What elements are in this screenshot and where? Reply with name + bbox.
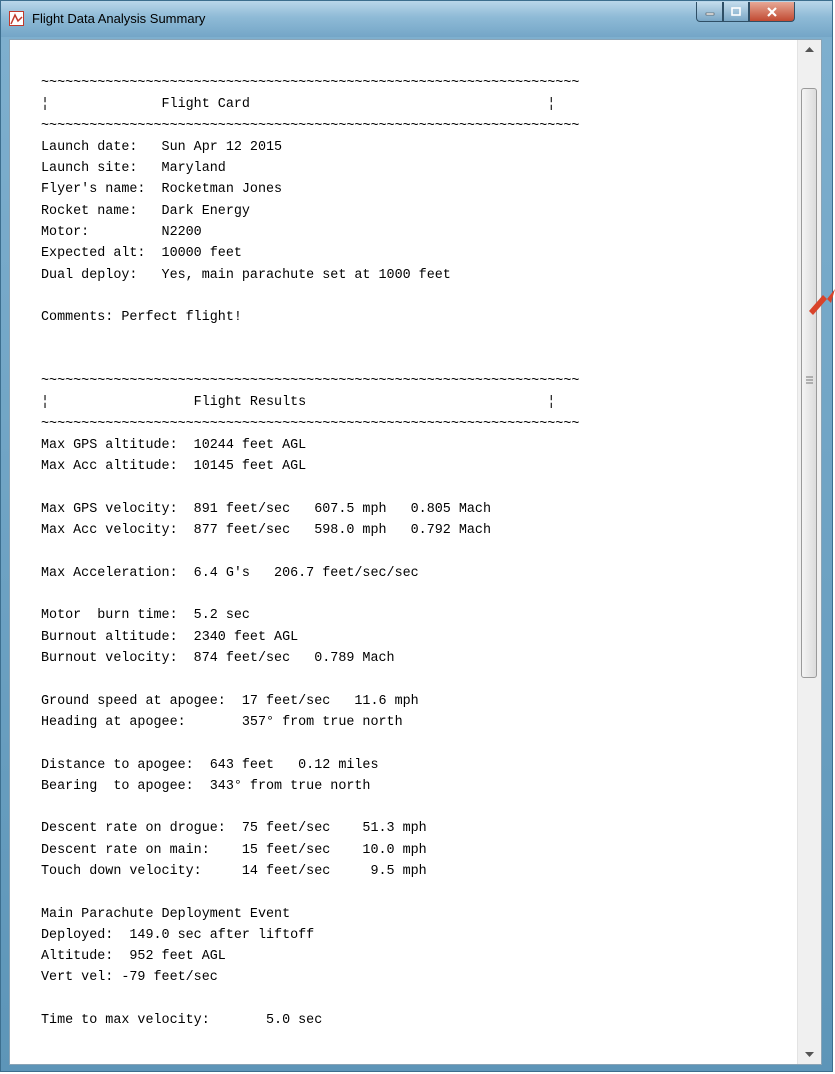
report-line: Altitude: 952 feet AGL xyxy=(41,949,226,965)
report-line: Motor: N2200 xyxy=(41,225,202,241)
scroll-up-arrow-icon xyxy=(805,47,814,52)
scroll-down-button[interactable] xyxy=(798,1044,821,1064)
report-line: Burnout altitude: 2340 feet AGL xyxy=(41,629,299,645)
report-line: Vert vel: -79 feet/sec xyxy=(41,970,218,986)
maximize-button[interactable] xyxy=(723,2,749,22)
report-line: Flyer's name: Rocketman Jones xyxy=(41,182,283,198)
report-line: Descent rate on drogue: 75 feet/sec 51.3… xyxy=(41,821,427,837)
scroll-down-arrow-icon xyxy=(805,1052,814,1057)
report-line: Ground speed at apogee: 17 feet/sec 11.6… xyxy=(41,693,419,709)
report-panel: ~~~~~~~~~~~~~~~~~~~~~~~~~~~~~~~~~~~~~~~~… xyxy=(9,39,822,1065)
flight-report-text: ~~~~~~~~~~~~~~~~~~~~~~~~~~~~~~~~~~~~~~~~… xyxy=(41,73,579,1031)
report-line: Heading at apogee: 357° from true north xyxy=(41,714,403,730)
report-line: Rocket name: Dark Energy xyxy=(41,203,250,219)
minimize-button[interactable] xyxy=(696,2,723,22)
vertical-scrollbar[interactable] xyxy=(797,40,821,1064)
scroll-up-button[interactable] xyxy=(798,40,821,60)
report-line: ~~~~~~~~~~~~~~~~~~~~~~~~~~~~~~~~~~~~~~~~… xyxy=(41,416,580,432)
scroll-thumb[interactable] xyxy=(801,88,817,678)
minimize-icon xyxy=(705,12,714,15)
report-line: ~~~~~~~~~~~~~~~~~~~~~~~~~~~~~~~~~~~~~~~~… xyxy=(41,118,580,134)
report-line: Motor burn time: 5.2 sec xyxy=(41,608,250,624)
report-line: Max Acceleration: 6.4 G's 206.7 feet/sec… xyxy=(41,565,419,581)
report-line: ~~~~~~~~~~~~~~~~~~~~~~~~~~~~~~~~~~~~~~~~… xyxy=(41,374,580,390)
report-line: Launch date: Sun Apr 12 2015 xyxy=(41,139,283,155)
report-line: Distance to apogee: 643 feet 0.12 miles xyxy=(41,757,379,773)
report-line: Launch site: Maryland xyxy=(41,161,226,177)
report-line: Dual deploy: Yes, main parachute set at … xyxy=(41,267,451,283)
title-bar[interactable]: Flight Data Analysis Summary xyxy=(1,1,832,37)
report-line: Descent rate on main: 15 feet/sec 10.0 m… xyxy=(41,842,427,858)
grip-icon xyxy=(806,376,813,384)
red-arrow-pointer-icon xyxy=(809,289,835,315)
report-line: Main Parachute Deployment Event xyxy=(41,906,291,922)
report-line: Expected alt: 10000 feet xyxy=(41,246,242,262)
maximize-icon xyxy=(731,6,741,16)
close-button[interactable] xyxy=(749,2,795,22)
app-window: Flight Data Analysis Summary ~~~~~~~~~~~… xyxy=(0,0,835,1072)
report-scroll-area[interactable]: ~~~~~~~~~~~~~~~~~~~~~~~~~~~~~~~~~~~~~~~~… xyxy=(10,40,798,1064)
report-line: Touch down velocity: 14 feet/sec 9.5 mph xyxy=(41,863,427,879)
window-title: Flight Data Analysis Summary xyxy=(32,11,206,26)
report-line: ~~~~~~~~~~~~~~~~~~~~~~~~~~~~~~~~~~~~~~~~… xyxy=(41,76,580,91)
report-line: Time to max velocity: 5.0 sec xyxy=(41,1013,323,1029)
app-icon xyxy=(9,11,24,26)
close-icon xyxy=(767,6,777,17)
report-line: Max Acc altitude: 10145 feet AGL xyxy=(41,459,307,475)
report-line: Burnout velocity: 874 feet/sec 0.789 Mac… xyxy=(41,651,395,667)
report-line: ¦ Flight Card ¦ xyxy=(41,97,556,113)
report-line: Comments: Perfect flight! xyxy=(41,310,242,326)
report-line: Deployed: 149.0 sec after liftoff xyxy=(41,927,315,943)
report-line: ¦ Flight Results ¦ xyxy=(41,395,556,411)
report-line: Max Acc velocity: 877 feet/sec 598.0 mph… xyxy=(41,523,491,539)
report-line: Max GPS altitude: 10244 feet AGL xyxy=(41,438,307,454)
report-line: Bearing to apogee: 343° from true north xyxy=(41,778,371,794)
report-line: Max GPS velocity: 891 feet/sec 607.5 mph… xyxy=(41,501,491,517)
